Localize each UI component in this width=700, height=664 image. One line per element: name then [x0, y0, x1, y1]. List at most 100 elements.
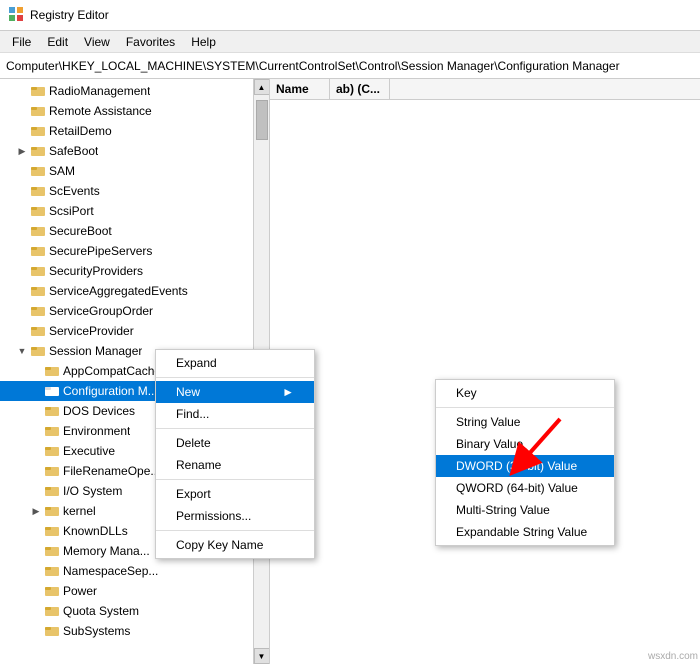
scroll-up-arrow[interactable]: ▲ [254, 79, 270, 95]
address-path: Computer\HKEY_LOCAL_MACHINE\SYSTEM\Curre… [6, 59, 620, 73]
menu-help[interactable]: Help [183, 33, 224, 51]
item-label: AppCompatCache [63, 364, 161, 378]
ctx-copy-key[interactable]: Copy Key Name [156, 534, 314, 556]
context-menu: Expand New ► Find... Delete Rename Expor… [155, 349, 315, 559]
item-label: Environment [63, 424, 130, 438]
tree-item[interactable]: Remote Assistance [0, 101, 269, 121]
menu-file[interactable]: File [4, 33, 39, 51]
folder-icon [30, 163, 46, 179]
item-label: I/O System [63, 484, 122, 498]
ctx-divider [436, 407, 614, 408]
item-label: SecurityProviders [49, 264, 143, 278]
item-label: SAM [49, 164, 75, 178]
folder-icon [44, 463, 60, 479]
submenu-binary-value[interactable]: Binary Value [436, 433, 614, 455]
col-type: ab) (C... [330, 79, 390, 99]
folder-icon [30, 123, 46, 139]
scroll-thumb[interactable] [256, 100, 268, 140]
folder-icon [44, 423, 60, 439]
tree-item[interactable]: ScEvents [0, 181, 269, 201]
menu-view[interactable]: View [76, 33, 118, 51]
tree-item[interactable]: ServiceGroupOrder [0, 301, 269, 321]
ctx-divider [156, 377, 314, 378]
item-label: SafeBoot [49, 144, 98, 158]
right-panel-header: Name ab) (C... [270, 79, 700, 100]
submenu-key[interactable]: Key [436, 382, 614, 404]
tree-item[interactable]: SafeBoot [0, 141, 269, 161]
folder-icon [44, 583, 60, 599]
item-label: Executive [63, 444, 115, 458]
folder-icon [30, 303, 46, 319]
item-label: Configuration M... [63, 384, 158, 398]
tree-item[interactable]: SecureBoot [0, 221, 269, 241]
item-label: SecureBoot [49, 224, 112, 238]
submenu-expandable-value[interactable]: Expandable String Value [436, 521, 614, 543]
tree-item[interactable]: SAM [0, 161, 269, 181]
folder-icon [44, 603, 60, 619]
ctx-expand[interactable]: Expand [156, 352, 314, 374]
folder-icon [30, 143, 46, 159]
tree-item[interactable]: SecurityProviders [0, 261, 269, 281]
ctx-permissions[interactable]: Permissions... [156, 505, 314, 527]
folder-icon [44, 623, 60, 639]
ctx-new-label: New [176, 385, 200, 399]
tree-item[interactable]: SubSystems [0, 621, 269, 641]
menu-edit[interactable]: Edit [39, 33, 76, 51]
ctx-export[interactable]: Export [156, 483, 314, 505]
folder-icon [30, 243, 46, 259]
item-label: RetailDemo [49, 124, 112, 138]
expand-arrow [30, 505, 42, 517]
ctx-find[interactable]: Find... [156, 403, 314, 425]
tree-item[interactable]: Power [0, 581, 269, 601]
right-panel: Name ab) (C... [270, 79, 700, 664]
col-name: Name [270, 79, 330, 99]
tree-item[interactable]: Quota System [0, 601, 269, 621]
ctx-divider [156, 428, 314, 429]
item-label: ServiceAggregatedEvents [49, 284, 188, 298]
menu-favorites[interactable]: Favorites [118, 33, 183, 51]
expand-arrow [16, 345, 28, 357]
folder-icon [30, 183, 46, 199]
ctx-rename[interactable]: Rename [156, 454, 314, 476]
item-label: KnownDLLs [63, 524, 128, 538]
tree-item[interactable]: SecurePipeServers [0, 241, 269, 261]
app-icon [8, 6, 24, 25]
item-label: Power [63, 584, 97, 598]
tree-item[interactable]: NamespaceSep... [0, 561, 269, 581]
title-bar: Registry Editor [0, 0, 700, 31]
folder-icon [30, 103, 46, 119]
folder-icon [44, 483, 60, 499]
tree-item[interactable]: ServiceProvider [0, 321, 269, 341]
tree-item[interactable]: RadioManagement [0, 81, 269, 101]
folder-icon [44, 403, 60, 419]
submenu-string-value[interactable]: String Value [436, 411, 614, 433]
folder-icon [30, 223, 46, 239]
ctx-divider [156, 479, 314, 480]
item-label: FileRenameOpe... [63, 464, 160, 478]
submenu-multi-string-value[interactable]: Multi-String Value [436, 499, 614, 521]
expand-arrow [16, 145, 28, 157]
folder-icon [30, 343, 46, 359]
tree-item[interactable]: ServiceAggregatedEvents [0, 281, 269, 301]
scroll-down-arrow[interactable]: ▼ [254, 648, 270, 664]
main-content: RadioManagement Remote Assistance Retail… [0, 79, 700, 664]
submenu-qword-value[interactable]: QWORD (64-bit) Value [436, 477, 614, 499]
ctx-new[interactable]: New ► [156, 381, 314, 403]
item-label: ServiceProvider [49, 324, 134, 338]
item-label: Remote Assistance [49, 104, 152, 118]
item-label: Memory Mana... [63, 544, 150, 558]
tree-item[interactable]: ScsiPort [0, 201, 269, 221]
tree-item[interactable]: RetailDemo [0, 121, 269, 141]
item-label: Quota System [63, 604, 139, 618]
folder-icon [30, 323, 46, 339]
folder-icon [44, 523, 60, 539]
item-label: RadioManagement [49, 84, 150, 98]
folder-icon [44, 543, 60, 559]
app-title: Registry Editor [30, 8, 109, 22]
item-label: Session Manager [49, 344, 142, 358]
submenu-dword-value[interactable]: DWORD (32-bit) Value [436, 455, 614, 477]
ctx-delete[interactable]: Delete [156, 432, 314, 454]
item-label: ScsiPort [49, 204, 94, 218]
item-label: kernel [63, 504, 96, 518]
folder-icon [30, 263, 46, 279]
